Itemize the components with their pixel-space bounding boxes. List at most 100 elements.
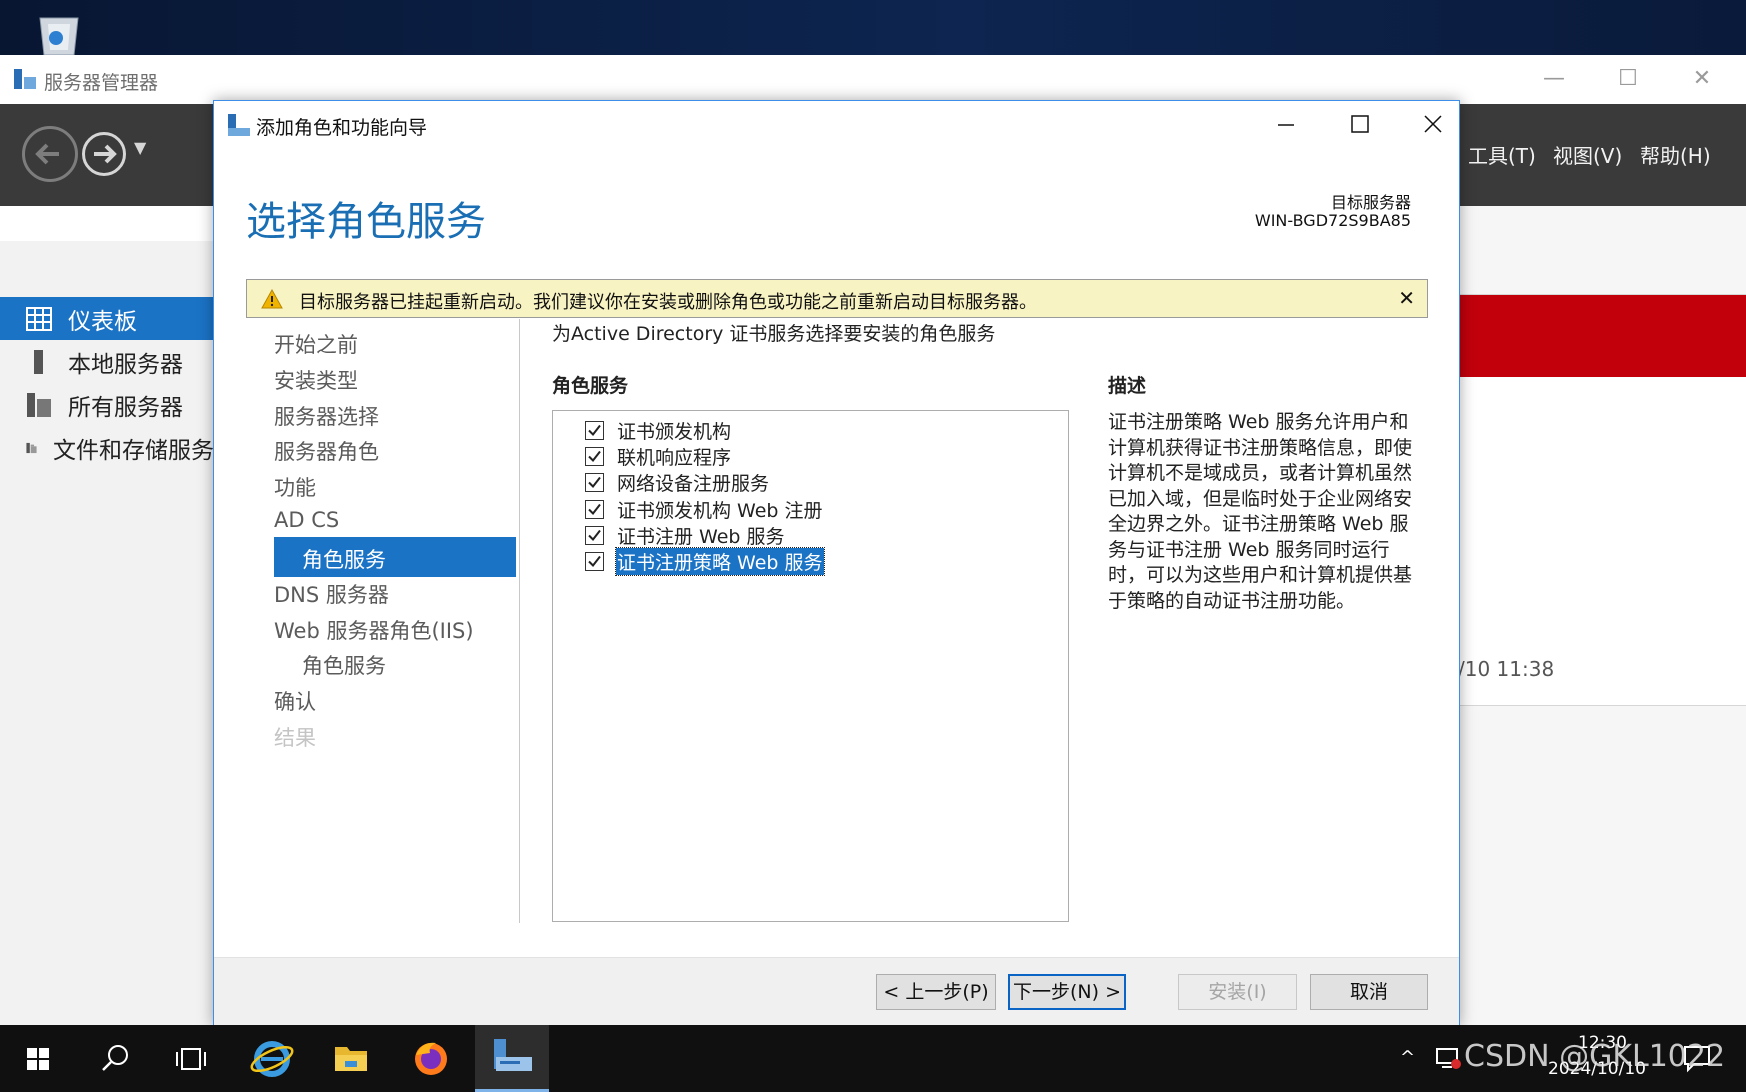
step-results: 结果: [274, 726, 316, 750]
forward-arrow-icon[interactable]: [82, 132, 126, 176]
sidebar-item-label: 所有服务器: [68, 394, 183, 421]
target-server-name: WIN-BGD72S9BA85: [1254, 211, 1411, 230]
previous-button[interactable]: < 上一步(P): [876, 974, 996, 1010]
wizard-minimize-button[interactable]: [1266, 109, 1306, 141]
wizard-titlebar: 添加角色和功能向导: [214, 101, 1459, 149]
taskbar-file-explorer[interactable]: [318, 1025, 384, 1092]
step-ad-cs[interactable]: AD CS: [274, 508, 339, 532]
search-button[interactable]: [82, 1025, 148, 1092]
install-button: 安装(I): [1178, 974, 1297, 1010]
target-server-label: 目标服务器: [1330, 193, 1411, 212]
sidebar-item-label: 本地服务器: [68, 351, 183, 378]
tile-timestamp: /10 11:38: [1458, 657, 1555, 681]
steps-divider: [519, 319, 520, 923]
tile-alert-header: 1: [1458, 295, 1746, 377]
close-button[interactable]: ✕: [1688, 65, 1716, 93]
role-service-label: 联机响应程序: [617, 446, 732, 469]
taskbar-internet-explorer[interactable]: [239, 1025, 305, 1092]
sidebar-item-all-servers[interactable]: 所有服务器: [0, 383, 214, 426]
warning-message: 目标服务器已挂起重新启动。我们建议你在安装或删除角色或功能之前重新启动目标服务器…: [299, 292, 1037, 313]
csdn-watermark: CSDN @GKL1022: [1464, 1039, 1726, 1074]
close-icon[interactable]: ✕: [1398, 286, 1415, 310]
file-storage-icon: [26, 442, 37, 453]
start-button[interactable]: [5, 1025, 71, 1092]
maximize-button[interactable]: ☐: [1614, 65, 1642, 93]
checkbox[interactable]: [585, 446, 604, 466]
menu-help[interactable]: 帮助(H): [1640, 140, 1711, 169]
step-dns-server[interactable]: DNS 服务器: [274, 579, 389, 609]
list-item[interactable]: 网络设备注册服务: [585, 470, 770, 495]
step-confirmation[interactable]: 确认: [274, 686, 316, 716]
servers-icon: [27, 392, 51, 417]
dashboard-tile[interactable]: 1 /10 11:38: [1457, 294, 1746, 706]
restart-warning-banner: 目标服务器已挂起重新启动。我们建议你在安装或删除角色或功能之前重新启动目标服务器…: [246, 279, 1428, 318]
network-icon[interactable]: [1434, 1045, 1464, 1071]
sidebar-item-label: 文件和存储服务: [53, 437, 214, 464]
taskbar-firefox[interactable]: [398, 1025, 464, 1092]
server-icon: [34, 349, 43, 374]
wizard-step-list: 开始之前 安装类型 服务器选择 服务器角色 功能 AD CS 角色服务 DNS …: [214, 319, 520, 923]
instruction-text: 为Active Directory 证书服务选择要安装的角色服务: [552, 323, 996, 345]
step-before-you-begin[interactable]: 开始之前: [274, 329, 358, 359]
sidebar-item-label: 仪表板: [68, 308, 137, 335]
minimize-button[interactable]: —: [1540, 65, 1568, 93]
step-server-selection[interactable]: 服务器选择: [274, 401, 379, 431]
role-service-label: 证书颁发机构 Web 注册: [617, 499, 823, 522]
next-button[interactable]: 下一步(N) >: [1008, 974, 1126, 1010]
windows-logo-icon: [27, 1048, 49, 1070]
dashboard-icon: [26, 306, 52, 331]
role-service-label: 证书颁发机构: [617, 420, 732, 443]
checkbox[interactable]: [585, 499, 604, 519]
internet-explorer-icon: [250, 1041, 294, 1077]
list-item[interactable]: 证书颁发机构: [585, 418, 732, 443]
menu-view[interactable]: 视图(V): [1553, 140, 1622, 169]
firefox-icon: [415, 1042, 447, 1075]
checkbox[interactable]: [585, 551, 604, 571]
description-header: 描述: [1108, 375, 1147, 397]
cancel-button[interactable]: 取消: [1310, 974, 1428, 1010]
wizard-footer: < 上一步(P) 下一步(N) > 安装(I) 取消: [214, 957, 1459, 1027]
wizard-close-button[interactable]: [1413, 109, 1453, 141]
role-service-label: 网络设备注册服务: [617, 472, 770, 495]
step-server-roles[interactable]: 服务器角色: [274, 436, 379, 466]
description-text: 证书注册策略 Web 服务允许用户和计算机获得证书注册策略信息，即使计算机不是域…: [1108, 411, 1413, 612]
sidebar-item-file-storage[interactable]: 文件和存储服务: [0, 426, 214, 469]
task-view-button[interactable]: [158, 1025, 224, 1092]
checkbox[interactable]: [585, 472, 604, 492]
taskbar: ^ 12:30 2024/10/10 CSDN @GKL1022: [0, 1025, 1746, 1092]
server-manager-sidebar: 仪表板 本地服务器 所有服务器 文件和存储服务: [0, 241, 214, 1025]
role-service-label: 证书注册策略 Web 服务: [615, 546, 825, 576]
history-dropdown-icon[interactable]: ▼: [134, 138, 146, 157]
search-icon: [102, 1045, 128, 1071]
step-features[interactable]: 功能: [274, 472, 316, 502]
warning-icon: [261, 289, 283, 309]
recycle-bin-icon[interactable]: [30, 10, 88, 55]
step-installation-type[interactable]: 安装类型: [274, 365, 358, 395]
step-role-services-adcs[interactable]: 角色服务: [274, 537, 516, 577]
taskbar-server-manager[interactable]: [475, 1025, 549, 1092]
list-item-selected[interactable]: 证书注册策略 Web 服务: [585, 546, 825, 576]
checkbox[interactable]: [585, 420, 604, 440]
server-manager-icon: [494, 1039, 532, 1071]
server-manager-icon: [14, 69, 36, 89]
sidebar-item-local-server[interactable]: 本地服务器: [0, 340, 214, 383]
show-hidden-icons[interactable]: ^: [1400, 1047, 1415, 1068]
role-services-list: 证书颁发机构 联机响应程序 网络设备注册服务 证书颁发机构 Web 注册 证书注…: [552, 410, 1069, 922]
step-role-services-iis[interactable]: 角色服务: [302, 650, 386, 680]
menu-tools[interactable]: 工具(T): [1468, 140, 1536, 169]
wizard-icon: [228, 114, 250, 136]
wizard-title: 添加角色和功能向导: [256, 117, 428, 139]
checkbox[interactable]: [585, 525, 604, 545]
list-item[interactable]: 联机响应程序: [585, 444, 732, 469]
role-service-label: 证书注册 Web 服务: [617, 525, 785, 548]
server-manager-title: 服务器管理器: [44, 72, 159, 94]
wizard-maximize-button[interactable]: [1340, 109, 1380, 141]
step-web-server-role[interactable]: Web 服务器角色(IIS): [274, 615, 474, 645]
folder-icon: [335, 1047, 367, 1071]
sidebar-item-dashboard[interactable]: 仪表板: [0, 297, 214, 340]
page-title: 选择角色服务: [246, 199, 486, 245]
back-arrow-icon[interactable]: [22, 126, 78, 182]
server-manager-titlebar: 服务器管理器 — ☐ ✕: [0, 55, 1746, 104]
list-item[interactable]: 证书注册 Web 服务: [585, 523, 786, 548]
list-item[interactable]: 证书颁发机构 Web 注册: [585, 497, 824, 522]
